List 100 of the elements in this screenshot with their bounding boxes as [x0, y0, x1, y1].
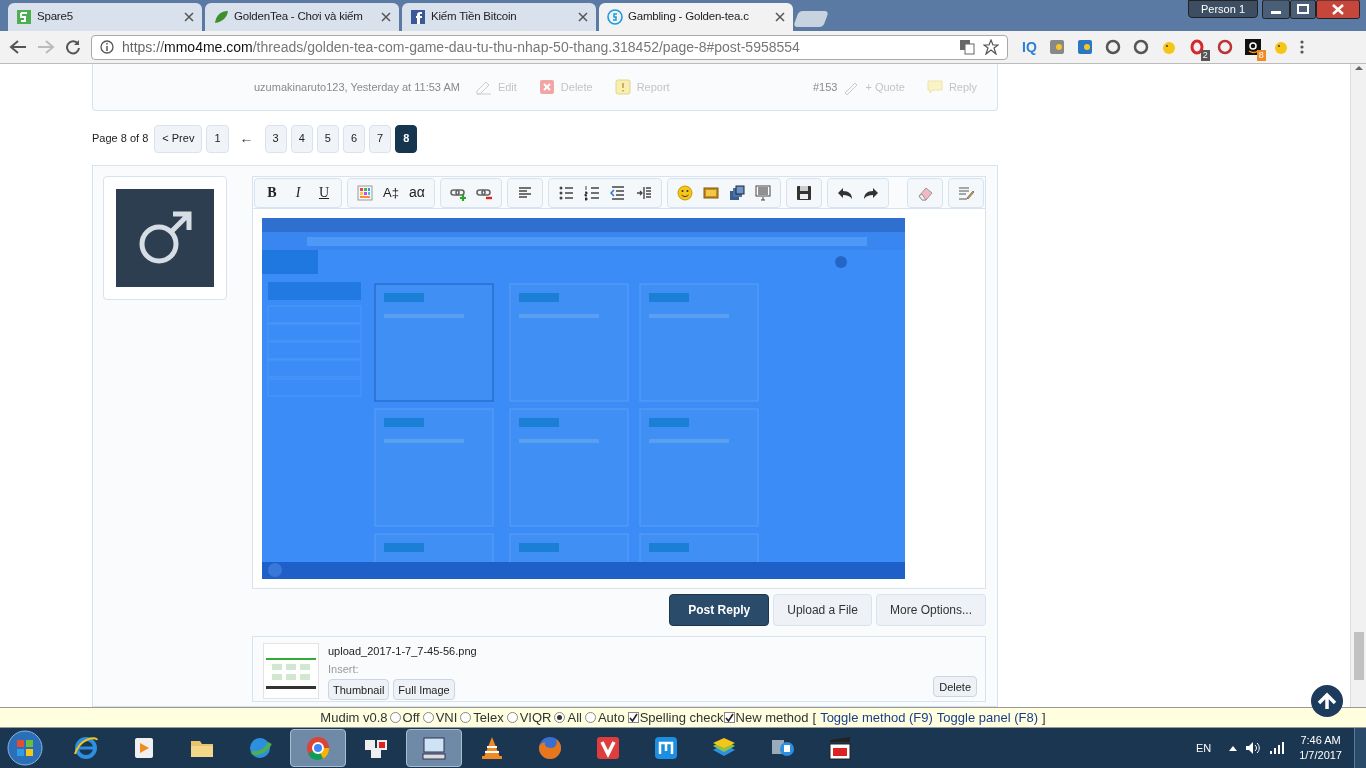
browser-tab[interactable]: GoldenTea - Chơi và kiếm: [205, 3, 399, 31]
page-button[interactable]: 4: [290, 124, 313, 153]
size-button[interactable]: A‡: [381, 183, 401, 203]
page-button[interactable]: 3: [264, 124, 287, 153]
toolbar-title: Mudim v0.8: [320, 708, 388, 727]
page-button[interactable]: 8: [395, 124, 418, 153]
page-button[interactable]: 6: [342, 124, 365, 153]
film-icon[interactable]: [729, 184, 745, 201]
square-icon[interactable]: [1076, 39, 1093, 55]
letter-m-icon: [652, 734, 680, 762]
toggle-link[interactable]: Toggle panel (F8): [936, 707, 1039, 728]
delete-icon: [538, 78, 555, 95]
form-button[interactable]: Post Reply: [669, 594, 770, 627]
info-icon: [100, 40, 114, 54]
close-icon[interactable]: [775, 12, 785, 22]
outdent-icon[interactable]: [610, 184, 626, 201]
scrollbar-thumb[interactable]: [1353, 632, 1364, 680]
speaker-icon[interactable]: [1245, 741, 1262, 755]
circle-icon[interactable]: [1104, 39, 1121, 55]
url-text: https://mmo4me.com/threads/golden-tea-com-game-dau-tu-thu-nhap-50-thang.318452/page-8#post-5958554: [122, 37, 801, 57]
page-count: Page 8 of 8: [92, 131, 149, 147]
align-left-icon[interactable]: [517, 184, 533, 201]
facebook-icon: [410, 9, 426, 25]
five-icon: [16, 9, 32, 25]
start-button-icon[interactable]: [6, 729, 44, 767]
address-bar[interactable]: https://mmo4me.com/threads/golden-tea-com-game-dau-tu-thu-nhap-50-thang.318452/page-8#post-5958554: [91, 34, 1008, 60]
clock[interactable]: 7:46 AM 1/7/2017: [1299, 733, 1342, 763]
scroll-to-top-icon[interactable]: [1310, 684, 1344, 718]
insert-button[interactable]: Thumbnail: [328, 679, 390, 701]
post-author-date: uzumakinaruto123, Yesterday at 11:53 AM: [254, 79, 460, 95]
back-icon[interactable]: [9, 39, 27, 55]
input-mode-radio[interactable]: VNI: [422, 707, 458, 728]
minimize-icon[interactable]: [1262, 0, 1290, 19]
badge-count: 2: [1200, 50, 1210, 61]
bracket-text: [: [812, 708, 817, 727]
tab-title: Kiếm Tiền Bitcoin: [431, 9, 518, 25]
pencil-lines-icon[interactable]: [958, 184, 974, 201]
browser-tab[interactable]: Kiếm Tiền Bitcoin: [402, 3, 596, 31]
bracket-text: ]: [1042, 708, 1046, 727]
input-mode-radio[interactable]: Telex: [460, 707, 504, 728]
input-mode-radio[interactable]: VIQR: [506, 707, 552, 728]
star-icon[interactable]: [983, 39, 999, 55]
signal-bars-icon[interactable]: [1269, 741, 1286, 755]
maximize-icon[interactable]: [1290, 0, 1316, 19]
option-checkbox[interactable]: Spelling check: [627, 707, 724, 728]
circle-icon[interactable]: [1132, 39, 1149, 55]
check-icon: [724, 713, 734, 722]
bold-button[interactable]: B: [265, 182, 279, 204]
coin-icon: [607, 9, 623, 25]
delete-attachment-button[interactable]: Delete: [933, 676, 977, 698]
input-mode-radio[interactable]: All: [554, 707, 582, 728]
reload-icon[interactable]: [65, 39, 81, 55]
tab-title: Gambling - Golden-tea.c: [628, 9, 750, 25]
browser-e-icon: [72, 734, 100, 762]
translate-icon[interactable]: [959, 39, 975, 55]
attachment-filename: upload_2017-1-7_7-45-56.png: [328, 644, 478, 660]
form-button[interactable]: Upload a File: [773, 594, 872, 627]
clock-date: 1/7/2017: [1299, 748, 1342, 763]
browser-tab[interactable]: Gambling - Golden-tea.c: [599, 3, 793, 31]
new-tab-button[interactable]: [793, 11, 829, 27]
prev-page-button[interactable]: < Prev: [154, 124, 203, 153]
tab-title: GoldenTea - Chơi và kiếm: [234, 9, 364, 25]
circle-icon[interactable]: [1216, 39, 1233, 55]
smiley-icon[interactable]: [677, 184, 693, 201]
italic-button[interactable]: I: [293, 182, 303, 204]
indent-icon[interactable]: [636, 184, 652, 201]
underline-button[interactable]: U: [316, 182, 332, 204]
numbered-list-icon[interactable]: [584, 184, 600, 201]
option-checkbox[interactable]: New method: [723, 707, 809, 728]
tab-title: Spare5: [37, 9, 74, 25]
clapperboard-icon: [826, 734, 854, 762]
ring-icon[interactable]: [1188, 39, 1205, 55]
color-grid-icon[interactable]: [357, 184, 373, 201]
input-mode-radio[interactable]: Off: [389, 707, 420, 728]
insert-label: Insert:: [328, 661, 360, 677]
browser-tab[interactable]: Spare5: [8, 3, 202, 31]
show-hidden-icons-icon[interactable]: [1229, 745, 1238, 751]
computer-icon: [420, 734, 448, 762]
bullet-list-icon[interactable]: [558, 184, 574, 201]
toggle-link[interactable]: Toggle method (F9): [820, 707, 933, 728]
extension-label[interactable]: IQ: [1022, 36, 1037, 58]
picture-icon[interactable]: [703, 184, 719, 201]
profile-button[interactable]: Person 1: [1187, 0, 1258, 18]
check-icon: [628, 713, 638, 722]
close-icon[interactable]: [1316, 0, 1360, 19]
page-button[interactable]: 7: [369, 124, 392, 153]
menu-icon[interactable]: [1298, 39, 1305, 55]
page-button[interactable]: 5: [316, 124, 339, 153]
letter-v-icon: [594, 734, 622, 762]
square-icon[interactable]: [1048, 39, 1065, 55]
letter-a-icon[interactable]: [1244, 39, 1261, 55]
chrome-ball-icon: [304, 734, 332, 762]
page-button[interactable]: 1: [206, 124, 229, 153]
language-indicator[interactable]: EN: [1195, 739, 1212, 757]
form-button[interactable]: More Options...: [875, 594, 986, 627]
text-editor[interactable]: B I U A‡ aα: [252, 176, 986, 590]
font-button[interactable]: aα: [407, 182, 427, 204]
badge-count: 8: [1256, 50, 1266, 61]
insert-button[interactable]: Full Image: [393, 679, 455, 701]
input-mode-radio[interactable]: Auto: [584, 707, 625, 728]
